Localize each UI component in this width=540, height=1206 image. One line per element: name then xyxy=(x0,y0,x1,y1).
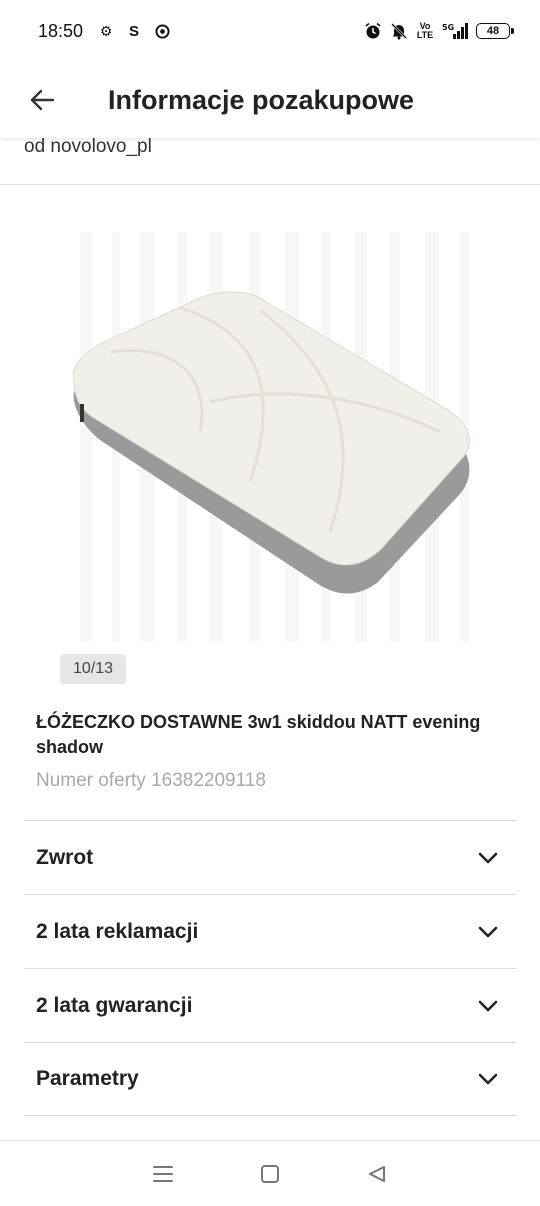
product-image[interactable] xyxy=(60,232,480,642)
volte-icon: Vo LTE xyxy=(416,21,434,40)
recent-apps-button[interactable] xyxy=(143,1154,183,1194)
mute-icon xyxy=(390,22,408,40)
svg-text:5G: 5G xyxy=(442,23,454,32)
image-counter-badge: 10/13 xyxy=(60,654,126,684)
status-right-icons: Vo LTE 5G 48 xyxy=(364,21,514,40)
divider xyxy=(0,184,540,185)
accordion-item-zwrot[interactable]: Zwrot xyxy=(24,820,516,894)
alarm-icon xyxy=(364,22,382,40)
accordion-item-parametry[interactable]: Parametry xyxy=(24,1042,516,1116)
app-bar: Informacje pozakupowe xyxy=(0,62,540,138)
status-left-icons: ⚙ S xyxy=(97,22,171,40)
5g-signal-icon: 5G xyxy=(442,22,468,40)
accordion-item-gwarancja[interactable]: 2 lata gwarancji xyxy=(24,968,516,1042)
accordion-label: 2 lata gwarancji xyxy=(36,993,193,1017)
home-square-icon xyxy=(260,1164,279,1183)
chevron-down-icon xyxy=(476,846,500,870)
info-accordion: Zwrot 2 lata reklamacji 2 lata gwarancji… xyxy=(24,820,516,1116)
seller-name[interactable]: od novolovo_pl xyxy=(24,136,152,158)
status-bar: 18:50 ⚙ S Vo LTE 5G 48 xyxy=(0,0,540,62)
s-app-icon: S xyxy=(129,22,140,40)
system-nav-bar xyxy=(0,1140,540,1206)
status-time: 18:50 xyxy=(38,20,84,41)
back-button[interactable] xyxy=(22,80,62,120)
chevron-down-icon xyxy=(476,994,500,1018)
accordion-label: 2 lata reklamacji xyxy=(36,919,199,943)
chrome-icon xyxy=(153,22,171,40)
product-title: ŁÓŻECZKO DOSTAWNE 3w1 skiddou NATT eveni… xyxy=(36,712,481,757)
chevron-down-icon xyxy=(476,1067,500,1091)
offer-number: Numer oferty 16382209118 xyxy=(36,770,266,791)
menu-icon xyxy=(153,1165,174,1182)
page-title: Informacje pozakupowe xyxy=(108,84,415,115)
back-triangle-icon xyxy=(368,1165,385,1182)
gear-icon: ⚙ xyxy=(99,22,113,39)
system-back-button[interactable] xyxy=(357,1154,397,1194)
home-button[interactable] xyxy=(250,1154,290,1194)
accordion-label: Zwrot xyxy=(36,845,94,869)
arrow-left-icon xyxy=(30,89,55,111)
chevron-down-icon xyxy=(476,920,500,944)
accordion-item-reklamacja[interactable]: 2 lata reklamacji xyxy=(24,894,516,968)
accordion-label: Parametry xyxy=(36,1067,139,1090)
battery-indicator: 48 xyxy=(476,23,514,39)
